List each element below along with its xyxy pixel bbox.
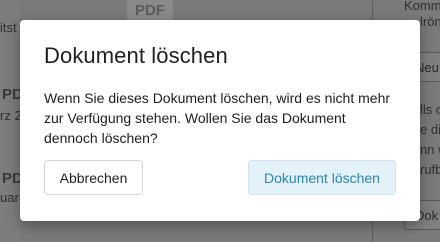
- cancel-button[interactable]: Abbrechen: [44, 160, 143, 195]
- dialog-message: Wenn Sie dieses Dokument löschen, wird e…: [44, 90, 391, 146]
- bg-label: Komm: [404, 0, 440, 13]
- pdf-thumbnail: PDF: [127, 0, 173, 22]
- bg-label: uar: [0, 190, 19, 205]
- bg-label: rufbu: [420, 162, 440, 177]
- bg-label: lrön: [420, 14, 440, 29]
- bg-label: rz 2: [0, 108, 22, 123]
- confirm-delete-button[interactable]: Dokument löschen: [248, 160, 396, 195]
- dialog-title: Dokument löschen: [44, 43, 228, 68]
- bg-label: nn w: [420, 142, 440, 157]
- delete-document-dialog: Dokument löschen Wenn Sie dieses Dokumen…: [20, 20, 420, 221]
- bg-label: itst: [0, 20, 17, 35]
- bg-label: e die: [420, 122, 440, 137]
- bg-label: lls c: [420, 102, 440, 117]
